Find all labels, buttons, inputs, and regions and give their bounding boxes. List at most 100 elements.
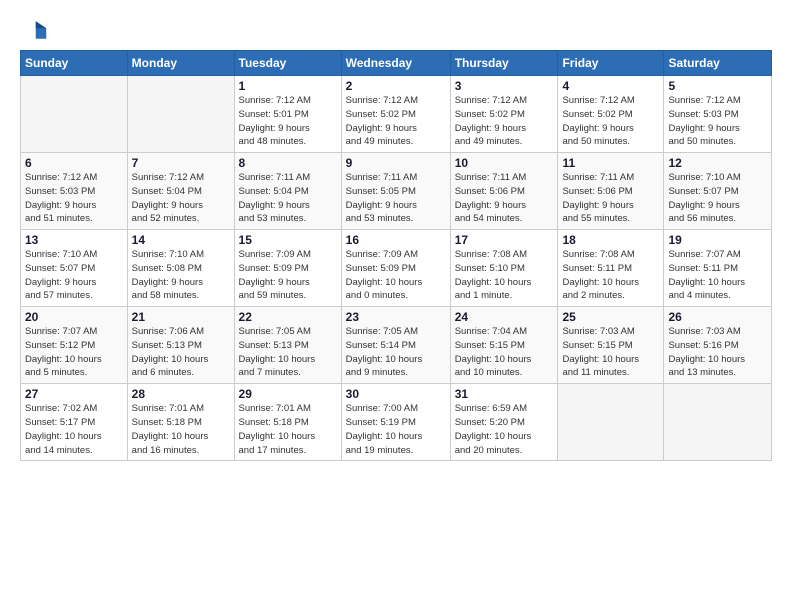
calendar: SundayMondayTuesdayWednesdayThursdayFrid… bbox=[20, 50, 772, 461]
calendar-cell: 11Sunrise: 7:11 AM Sunset: 5:06 PM Dayli… bbox=[558, 153, 664, 230]
day-info: Sunrise: 7:12 AM Sunset: 5:03 PM Dayligh… bbox=[668, 94, 767, 149]
day-info: Sunrise: 7:05 AM Sunset: 5:13 PM Dayligh… bbox=[239, 325, 337, 380]
calendar-cell: 23Sunrise: 7:05 AM Sunset: 5:14 PM Dayli… bbox=[341, 307, 450, 384]
calendar-cell: 31Sunrise: 6:59 AM Sunset: 5:20 PM Dayli… bbox=[450, 384, 558, 461]
day-info: Sunrise: 7:06 AM Sunset: 5:13 PM Dayligh… bbox=[132, 325, 230, 380]
logo-icon bbox=[20, 16, 48, 44]
calendar-cell bbox=[558, 384, 664, 461]
calendar-cell bbox=[664, 384, 772, 461]
calendar-cell: 24Sunrise: 7:04 AM Sunset: 5:15 PM Dayli… bbox=[450, 307, 558, 384]
day-number: 29 bbox=[239, 387, 337, 401]
calendar-week-1: 1Sunrise: 7:12 AM Sunset: 5:01 PM Daylig… bbox=[21, 76, 772, 153]
calendar-week-2: 6Sunrise: 7:12 AM Sunset: 5:03 PM Daylig… bbox=[21, 153, 772, 230]
calendar-cell: 9Sunrise: 7:11 AM Sunset: 5:05 PM Daylig… bbox=[341, 153, 450, 230]
calendar-week-5: 27Sunrise: 7:02 AM Sunset: 5:17 PM Dayli… bbox=[21, 384, 772, 461]
day-info: Sunrise: 7:03 AM Sunset: 5:16 PM Dayligh… bbox=[668, 325, 767, 380]
weekday-header-row: SundayMondayTuesdayWednesdayThursdayFrid… bbox=[21, 51, 772, 76]
day-info: Sunrise: 7:11 AM Sunset: 5:06 PM Dayligh… bbox=[562, 171, 659, 226]
page: SundayMondayTuesdayWednesdayThursdayFrid… bbox=[0, 0, 792, 612]
day-info: Sunrise: 7:10 AM Sunset: 5:07 PM Dayligh… bbox=[668, 171, 767, 226]
weekday-header-sunday: Sunday bbox=[21, 51, 128, 76]
day-number: 5 bbox=[668, 79, 767, 93]
day-number: 16 bbox=[346, 233, 446, 247]
day-number: 11 bbox=[562, 156, 659, 170]
day-number: 12 bbox=[668, 156, 767, 170]
weekday-header-wednesday: Wednesday bbox=[341, 51, 450, 76]
calendar-cell: 14Sunrise: 7:10 AM Sunset: 5:08 PM Dayli… bbox=[127, 230, 234, 307]
calendar-cell: 26Sunrise: 7:03 AM Sunset: 5:16 PM Dayli… bbox=[664, 307, 772, 384]
day-number: 4 bbox=[562, 79, 659, 93]
day-number: 10 bbox=[455, 156, 554, 170]
header bbox=[20, 16, 772, 44]
day-number: 26 bbox=[668, 310, 767, 324]
day-number: 15 bbox=[239, 233, 337, 247]
calendar-cell: 21Sunrise: 7:06 AM Sunset: 5:13 PM Dayli… bbox=[127, 307, 234, 384]
day-info: Sunrise: 7:01 AM Sunset: 5:18 PM Dayligh… bbox=[239, 402, 337, 457]
day-number: 24 bbox=[455, 310, 554, 324]
calendar-cell: 2Sunrise: 7:12 AM Sunset: 5:02 PM Daylig… bbox=[341, 76, 450, 153]
day-info: Sunrise: 7:11 AM Sunset: 5:05 PM Dayligh… bbox=[346, 171, 446, 226]
calendar-cell: 30Sunrise: 7:00 AM Sunset: 5:19 PM Dayli… bbox=[341, 384, 450, 461]
calendar-cell: 25Sunrise: 7:03 AM Sunset: 5:15 PM Dayli… bbox=[558, 307, 664, 384]
day-info: Sunrise: 7:12 AM Sunset: 5:02 PM Dayligh… bbox=[562, 94, 659, 149]
day-number: 25 bbox=[562, 310, 659, 324]
day-info: Sunrise: 7:07 AM Sunset: 5:11 PM Dayligh… bbox=[668, 248, 767, 303]
day-number: 7 bbox=[132, 156, 230, 170]
calendar-cell: 27Sunrise: 7:02 AM Sunset: 5:17 PM Dayli… bbox=[21, 384, 128, 461]
calendar-week-4: 20Sunrise: 7:07 AM Sunset: 5:12 PM Dayli… bbox=[21, 307, 772, 384]
logo bbox=[20, 16, 52, 44]
calendar-cell bbox=[127, 76, 234, 153]
day-info: Sunrise: 7:03 AM Sunset: 5:15 PM Dayligh… bbox=[562, 325, 659, 380]
day-number: 17 bbox=[455, 233, 554, 247]
calendar-cell: 5Sunrise: 7:12 AM Sunset: 5:03 PM Daylig… bbox=[664, 76, 772, 153]
calendar-cell: 7Sunrise: 7:12 AM Sunset: 5:04 PM Daylig… bbox=[127, 153, 234, 230]
day-number: 3 bbox=[455, 79, 554, 93]
day-info: Sunrise: 7:04 AM Sunset: 5:15 PM Dayligh… bbox=[455, 325, 554, 380]
calendar-cell: 18Sunrise: 7:08 AM Sunset: 5:11 PM Dayli… bbox=[558, 230, 664, 307]
calendar-cell: 13Sunrise: 7:10 AM Sunset: 5:07 PM Dayli… bbox=[21, 230, 128, 307]
day-number: 27 bbox=[25, 387, 123, 401]
day-info: Sunrise: 7:10 AM Sunset: 5:07 PM Dayligh… bbox=[25, 248, 123, 303]
day-number: 19 bbox=[668, 233, 767, 247]
calendar-cell: 4Sunrise: 7:12 AM Sunset: 5:02 PM Daylig… bbox=[558, 76, 664, 153]
calendar-week-3: 13Sunrise: 7:10 AM Sunset: 5:07 PM Dayli… bbox=[21, 230, 772, 307]
calendar-cell: 15Sunrise: 7:09 AM Sunset: 5:09 PM Dayli… bbox=[234, 230, 341, 307]
weekday-header-friday: Friday bbox=[558, 51, 664, 76]
calendar-cell: 20Sunrise: 7:07 AM Sunset: 5:12 PM Dayli… bbox=[21, 307, 128, 384]
weekday-header-saturday: Saturday bbox=[664, 51, 772, 76]
day-number: 30 bbox=[346, 387, 446, 401]
day-number: 20 bbox=[25, 310, 123, 324]
calendar-cell: 1Sunrise: 7:12 AM Sunset: 5:01 PM Daylig… bbox=[234, 76, 341, 153]
day-info: Sunrise: 7:07 AM Sunset: 5:12 PM Dayligh… bbox=[25, 325, 123, 380]
day-number: 31 bbox=[455, 387, 554, 401]
day-info: Sunrise: 7:12 AM Sunset: 5:03 PM Dayligh… bbox=[25, 171, 123, 226]
calendar-cell: 29Sunrise: 7:01 AM Sunset: 5:18 PM Dayli… bbox=[234, 384, 341, 461]
day-info: Sunrise: 7:10 AM Sunset: 5:08 PM Dayligh… bbox=[132, 248, 230, 303]
day-info: Sunrise: 7:09 AM Sunset: 5:09 PM Dayligh… bbox=[346, 248, 446, 303]
weekday-header-tuesday: Tuesday bbox=[234, 51, 341, 76]
calendar-cell: 3Sunrise: 7:12 AM Sunset: 5:02 PM Daylig… bbox=[450, 76, 558, 153]
day-number: 6 bbox=[25, 156, 123, 170]
day-number: 18 bbox=[562, 233, 659, 247]
day-info: Sunrise: 7:09 AM Sunset: 5:09 PM Dayligh… bbox=[239, 248, 337, 303]
calendar-cell bbox=[21, 76, 128, 153]
weekday-header-thursday: Thursday bbox=[450, 51, 558, 76]
calendar-cell: 22Sunrise: 7:05 AM Sunset: 5:13 PM Dayli… bbox=[234, 307, 341, 384]
day-info: Sunrise: 7:12 AM Sunset: 5:01 PM Dayligh… bbox=[239, 94, 337, 149]
day-info: Sunrise: 7:08 AM Sunset: 5:10 PM Dayligh… bbox=[455, 248, 554, 303]
day-number: 13 bbox=[25, 233, 123, 247]
day-info: Sunrise: 7:11 AM Sunset: 5:04 PM Dayligh… bbox=[239, 171, 337, 226]
calendar-cell: 19Sunrise: 7:07 AM Sunset: 5:11 PM Dayli… bbox=[664, 230, 772, 307]
day-number: 1 bbox=[239, 79, 337, 93]
calendar-cell: 6Sunrise: 7:12 AM Sunset: 5:03 PM Daylig… bbox=[21, 153, 128, 230]
day-number: 14 bbox=[132, 233, 230, 247]
day-number: 8 bbox=[239, 156, 337, 170]
day-info: Sunrise: 7:01 AM Sunset: 5:18 PM Dayligh… bbox=[132, 402, 230, 457]
day-number: 23 bbox=[346, 310, 446, 324]
day-number: 2 bbox=[346, 79, 446, 93]
day-info: Sunrise: 7:08 AM Sunset: 5:11 PM Dayligh… bbox=[562, 248, 659, 303]
day-info: Sunrise: 7:00 AM Sunset: 5:19 PM Dayligh… bbox=[346, 402, 446, 457]
calendar-cell: 10Sunrise: 7:11 AM Sunset: 5:06 PM Dayli… bbox=[450, 153, 558, 230]
day-number: 22 bbox=[239, 310, 337, 324]
day-info: Sunrise: 7:12 AM Sunset: 5:02 PM Dayligh… bbox=[346, 94, 446, 149]
